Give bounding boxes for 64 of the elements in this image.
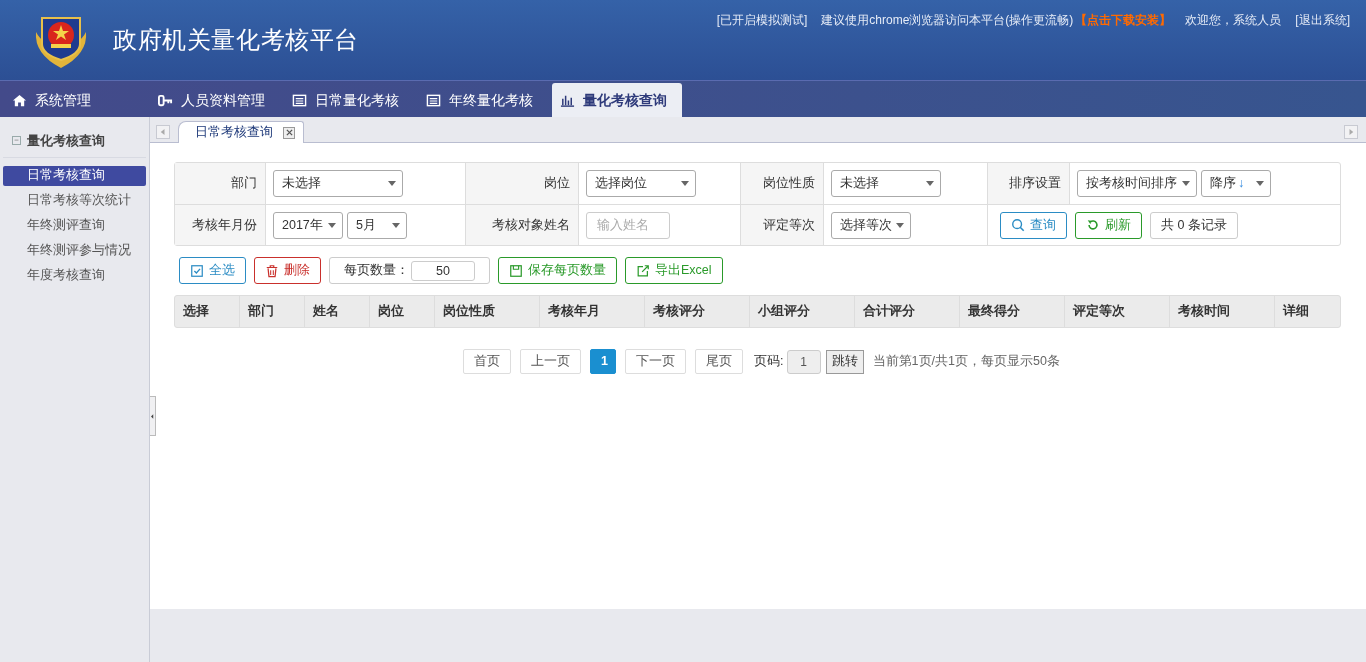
page-button[interactable]: 1 (590, 349, 617, 374)
dropdown[interactable]: 5月 (347, 211, 407, 239)
column-header: 考核时间 (1178, 303, 1230, 321)
filter-label: 岗位 (544, 175, 570, 193)
header-text: 欢迎您，系统人员 (1185, 12, 1282, 29)
trash-button[interactable]: 删除 (254, 257, 321, 284)
dropdown[interactable]: 2017年 (273, 211, 343, 239)
page-button[interactable]: 下一页 (625, 349, 687, 374)
header-text: [已开启模拟测试] (716, 12, 808, 29)
sidebar-item[interactable]: 年度考核查询 (3, 265, 146, 286)
app-title: 政府机关量化考核平台 (113, 25, 359, 55)
refresh-button[interactable]: 刷新 (1075, 211, 1142, 239)
sidebar-item[interactable]: 日常考核查询 (3, 165, 146, 186)
page-button[interactable]: 尾页 (695, 349, 744, 374)
column-header: 评定等次 (1073, 303, 1125, 321)
record-count-button[interactable]: 共 0 条记录 (1150, 211, 1238, 239)
page-size-label: 每页数量： (344, 262, 409, 280)
column-header: 考核评分 (653, 303, 705, 321)
dropdown[interactable]: 降序 ↓ (1201, 170, 1271, 197)
filter-label: 排序设置 (1009, 175, 1061, 193)
column-header: 部门 (248, 303, 274, 321)
sidebar-item[interactable]: 日常考核等次统计 (3, 190, 146, 211)
dropdown[interactable]: 未选择 (273, 170, 403, 197)
search-button[interactable]: 查询 (1000, 211, 1067, 239)
header-text: 建议使用chrome浏览器访问本平台(操作更流畅) (821, 12, 1074, 29)
name-input-field[interactable]: 输入姓名 (586, 211, 670, 239)
nav-tab[interactable]: 日常量化考核 (284, 83, 414, 117)
dropdown[interactable]: 未选择 (831, 170, 941, 197)
filter-label: 岗位性质 (763, 175, 815, 193)
page-button[interactable]: 上一页 (520, 349, 582, 374)
filter-label: 考核对象姓名 (492, 216, 570, 234)
filter-label: 部门 (231, 175, 257, 193)
nav-tab[interactable]: 量化考核查询 (552, 83, 682, 117)
nav-tab[interactable]: 年终量化考核 (418, 83, 548, 117)
page-button[interactable]: 首页 (463, 349, 512, 374)
page-size-field[interactable]: 50 (411, 260, 475, 281)
column-header: 岗位 (378, 303, 404, 321)
export-button[interactable]: 导出Excel (625, 257, 723, 284)
column-header: 小组评分 (758, 303, 810, 321)
page-number-field[interactable]: 1 (786, 349, 821, 374)
sidebar-title: 量化考核查询 (27, 132, 105, 150)
check-button[interactable]: 全选 (179, 257, 246, 284)
column-header: 选择 (183, 303, 209, 321)
column-header: 合计评分 (863, 303, 915, 321)
column-header: 岗位性质 (443, 303, 495, 321)
page-info: 当前第1页/共1页，每页显示50条 (872, 353, 1060, 371)
save-button[interactable]: 保存每页数量 (498, 257, 617, 284)
column-header: 最终得分 (968, 303, 1020, 321)
nav-tab[interactable]: 人员资料管理 (150, 83, 280, 117)
filter-label: 考核年月份 (192, 216, 257, 234)
sidebar-item[interactable]: 年终测评参与情况 (3, 240, 146, 261)
filter-label: 评定等次 (763, 216, 815, 234)
page-tab[interactable]: 日常考核查询 (178, 121, 304, 143)
dropdown[interactable]: 按考核时间排序 (1077, 170, 1197, 197)
dropdown[interactable]: 选择岗位 (586, 170, 696, 197)
column-header: 姓名 (313, 303, 339, 321)
logout-link[interactable]: [退出系统] (1295, 11, 1350, 29)
nav-tab[interactable]: 系统管理 (10, 83, 146, 117)
go-button[interactable]: 跳转 (825, 349, 864, 374)
page-number-label: 页码: (754, 353, 784, 371)
dropdown[interactable]: 选择等次 (831, 211, 911, 239)
column-header: 考核年月 (548, 303, 600, 321)
sidebar-item[interactable]: 年终测评查询 (3, 215, 146, 236)
column-header: 详细 (1283, 303, 1309, 321)
